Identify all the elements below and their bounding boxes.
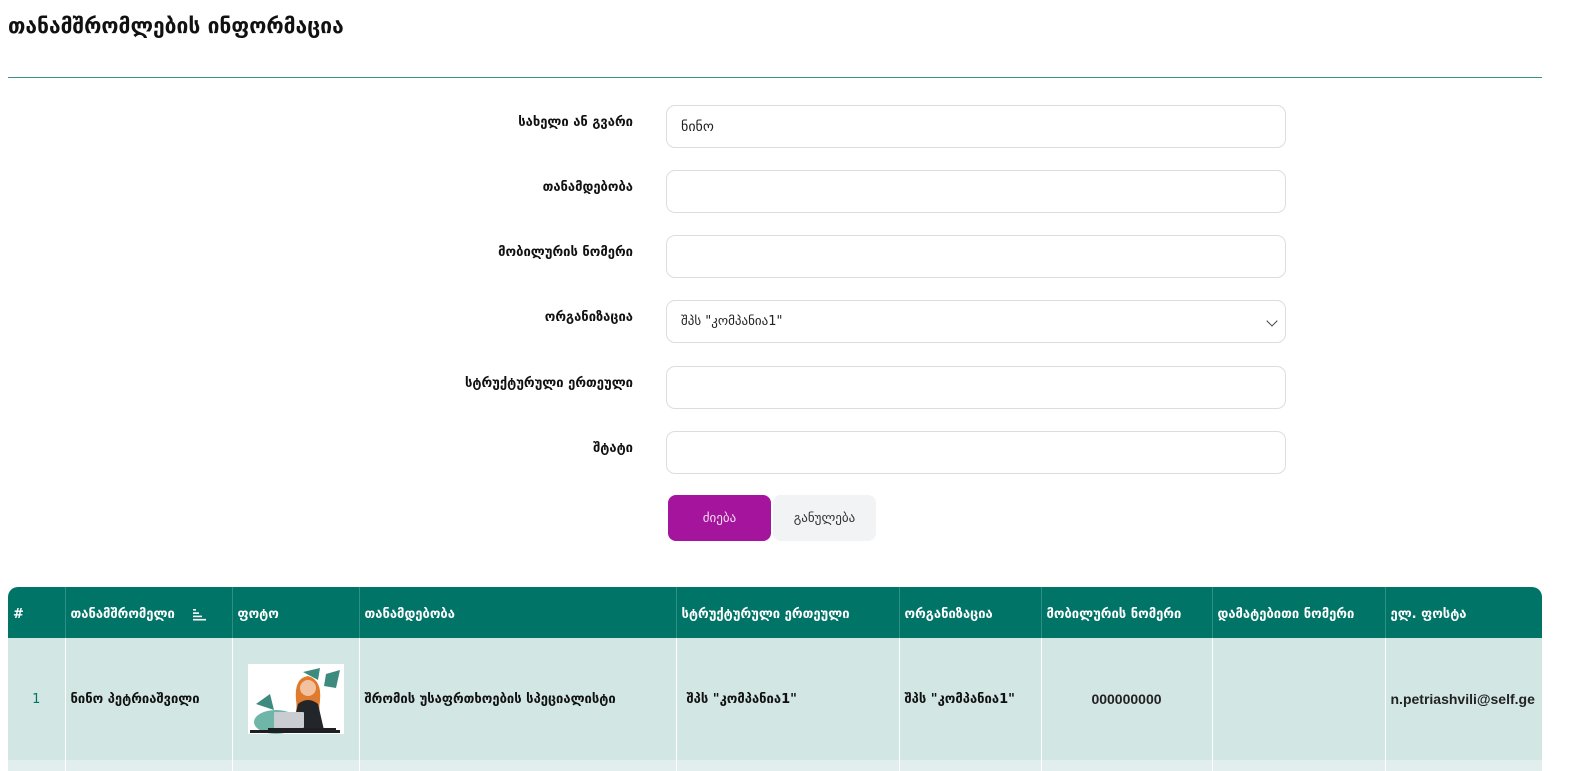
employees-table-wrapper: # თანამშრომელი ფოტო თანამდებობა სტრუქტურ… bbox=[8, 587, 1542, 771]
name-label: სახელი ან გვარი bbox=[518, 115, 633, 130]
form-row-name: სახელი ან გვარი bbox=[0, 105, 1300, 149]
filler-cell bbox=[232, 760, 360, 771]
column-header-mobile: მობილურის ნომერი bbox=[1041, 587, 1213, 638]
column-header-number: # bbox=[8, 587, 66, 638]
filler-cell bbox=[899, 760, 1042, 771]
unit-label: სტრუქტურული ერთეული bbox=[464, 376, 633, 391]
employee-photo bbox=[247, 663, 344, 734]
table-header-row: # თანამშრომელი ფოტო თანამდებობა სტრუქტურ… bbox=[8, 587, 1542, 638]
column-header-photo: ფოტო bbox=[232, 587, 360, 638]
filler-cell bbox=[1385, 760, 1542, 771]
column-header-position: თანამდებობა bbox=[359, 587, 677, 638]
column-header-employee[interactable]: თანამშრომელი bbox=[65, 587, 233, 638]
form-row-mobile: მობილურის ნომერი bbox=[0, 235, 1300, 279]
filler-cell bbox=[65, 760, 233, 771]
chevron-down-icon bbox=[1266, 315, 1278, 327]
page-title: თანამშრომლების ინფორმაცია bbox=[8, 14, 344, 38]
form-row-position: თანამდებობა bbox=[0, 170, 1300, 214]
reset-button[interactable]: განულება bbox=[773, 495, 876, 541]
organization-select[interactable]: შპს "კომპანია1" bbox=[666, 300, 1286, 343]
filler-cell bbox=[359, 760, 677, 771]
table-row[interactable]: 1 ნინო პეტრიაშვილი შრომის უსაფრთხოების ს… bbox=[8, 638, 1542, 760]
position-input[interactable] bbox=[666, 170, 1286, 213]
filler-cell bbox=[8, 760, 66, 771]
form-row-unit: სტრუქტურული ერთეული bbox=[0, 366, 1300, 410]
column-header-email: ელ. ფოსტა bbox=[1385, 587, 1542, 638]
column-header-extra-number: დამატებითი ნომერი bbox=[1212, 587, 1386, 638]
form-row-organization: ორგანიზაცია შპს "კომპანია1" bbox=[0, 300, 1300, 344]
search-button[interactable]: ძიება bbox=[668, 495, 771, 541]
name-input[interactable] bbox=[666, 105, 1286, 148]
employee-extra-number bbox=[1212, 638, 1386, 760]
employee-email[interactable]: n.petriashvili@self.ge bbox=[1385, 638, 1542, 760]
employee-mobile: 000000000 bbox=[1041, 638, 1213, 760]
sort-descending-icon[interactable] bbox=[193, 608, 207, 621]
column-header-unit: სტრუქტურული ერთეული bbox=[676, 587, 900, 638]
filler-cell bbox=[1041, 760, 1213, 771]
row-number: 1 bbox=[8, 638, 66, 760]
staff-input[interactable] bbox=[666, 431, 1286, 474]
organization-label: ორგანიზაცია bbox=[544, 310, 633, 325]
position-label: თანამდებობა bbox=[542, 180, 633, 195]
mobile-label: მობილურის ნომერი bbox=[498, 245, 633, 260]
employee-name: ნინო პეტრიაშვილი bbox=[65, 638, 233, 760]
employee-position: შრომის უსაფრთხოების სპეციალისტი bbox=[359, 638, 677, 760]
unit-input[interactable] bbox=[666, 366, 1286, 409]
employee-unit: შპს "კომპანია1" bbox=[676, 638, 900, 760]
column-header-organization: ორგანიზაცია bbox=[899, 587, 1042, 638]
form-row-staff: შტატი bbox=[0, 431, 1300, 475]
organization-selected-value: შპს "კომპანია1" bbox=[681, 314, 783, 329]
table-row bbox=[8, 760, 1542, 771]
employee-organization: შპს "კომპანია1" bbox=[899, 638, 1042, 760]
staff-label: შტატი bbox=[593, 441, 633, 456]
filler-cell bbox=[676, 760, 900, 771]
title-divider bbox=[8, 77, 1542, 78]
employees-table: # თანამშრომელი ფოტო თანამდებობა სტრუქტურ… bbox=[8, 587, 1542, 771]
filler-cell bbox=[1212, 760, 1386, 771]
column-header-employee-label: თანამშრომელი bbox=[70, 607, 175, 622]
mobile-input[interactable] bbox=[666, 235, 1286, 278]
photo-cell bbox=[232, 638, 360, 760]
